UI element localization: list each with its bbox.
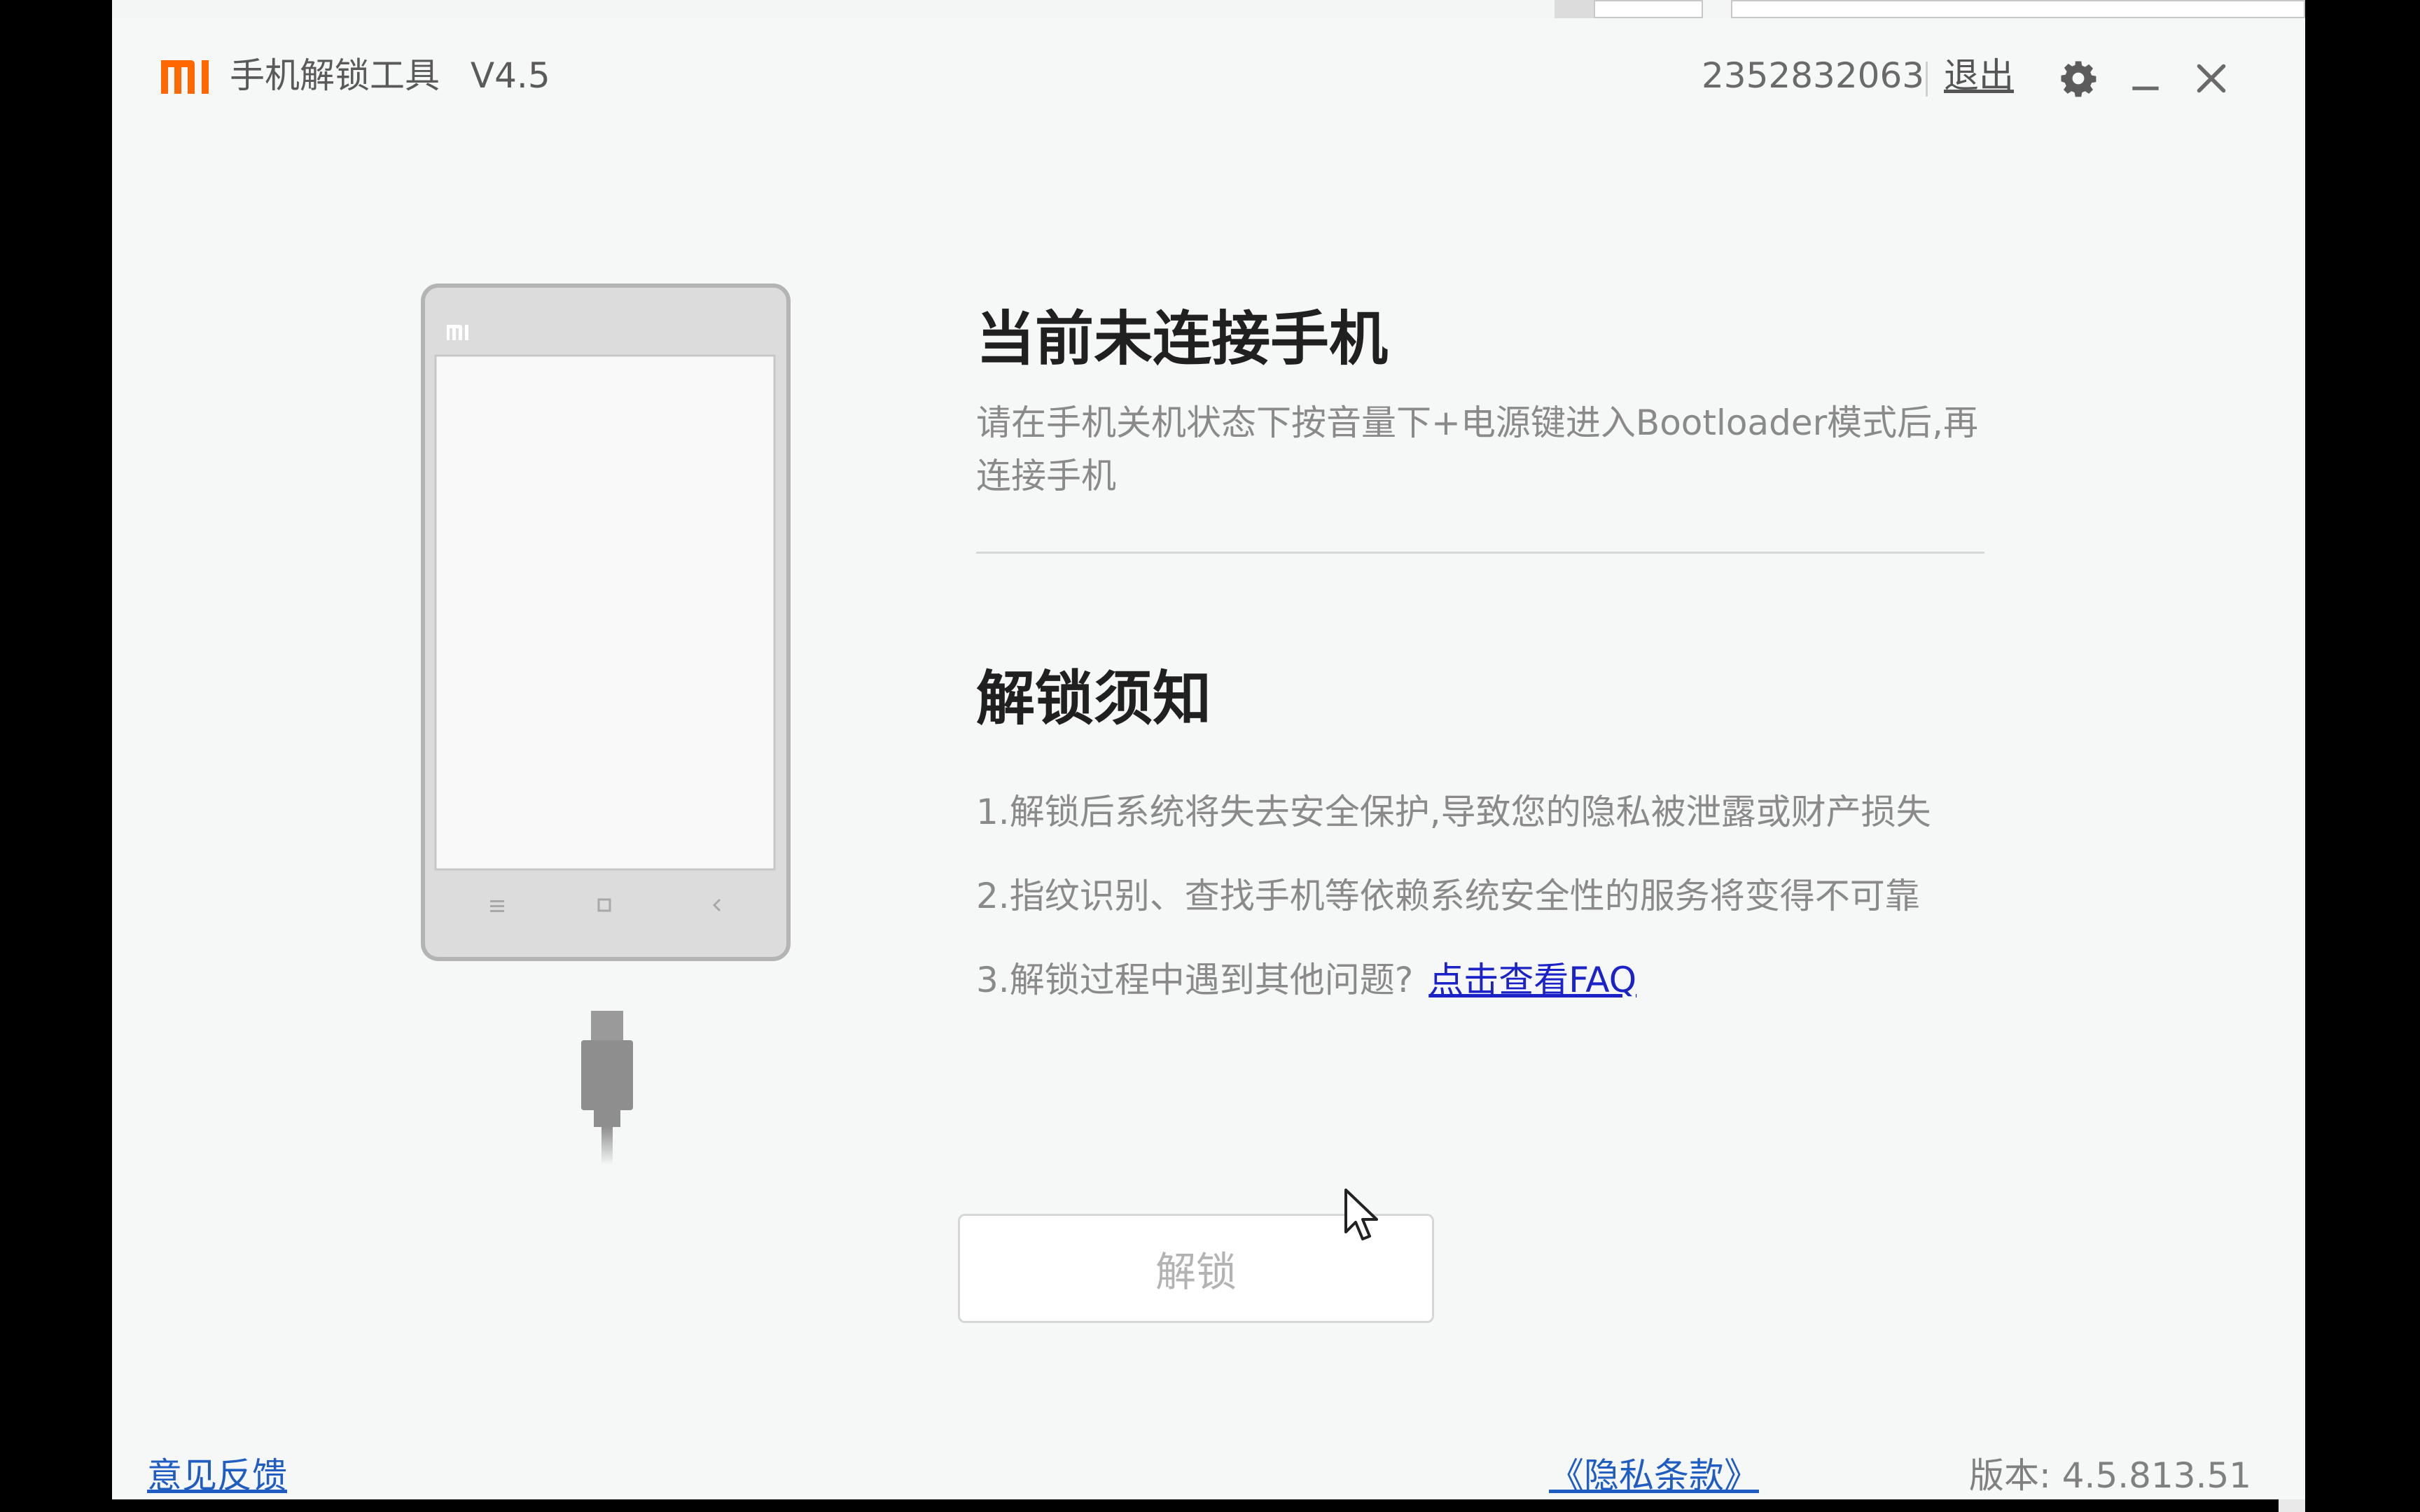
background-app-strip bbox=[112, 0, 1555, 18]
notice-item: 3.解锁过程中遇到其他问题? 点击查看FAQ bbox=[976, 952, 1931, 1036]
minimize-icon[interactable] bbox=[2126, 59, 2165, 98]
privacy-policy-link[interactable]: 《隐私条款》 bbox=[1549, 1455, 1759, 1497]
unlock-notice-list: 1.解锁后系统将失去安全保护,导致您的隐私被泄露或财产损失 2.指纹识别、查找手… bbox=[976, 784, 1931, 1036]
phone-illustration bbox=[420, 283, 826, 1165]
app-title-text: 手机解锁工具 bbox=[230, 55, 440, 96]
app-version-label: V4.5 bbox=[470, 55, 550, 96]
notice-item: 2.指纹识别、查找手机等依赖系统安全性的服务将变得不可靠 bbox=[976, 868, 1931, 952]
mi-logo-icon bbox=[161, 60, 216, 94]
logout-link[interactable]: 退出 bbox=[1944, 55, 2014, 97]
background-app-strip bbox=[1731, 0, 2305, 18]
notice-item-text: 1.解锁后系统将失去安全保护,导致您的隐私被泄露或财产损失 bbox=[976, 792, 1931, 832]
notice-item: 1.解锁后系统将失去安全保护,导致您的隐私被泄露或财产损失 bbox=[976, 784, 1931, 868]
menu-key-icon bbox=[490, 900, 504, 912]
header-divider bbox=[1926, 62, 1928, 97]
feedback-link[interactable]: 意见反馈 bbox=[147, 1455, 287, 1497]
connection-instructions: 请在手机关机状态下按音量下+电源键进入Bootloader模式后,再连接手机 bbox=[976, 402, 1979, 496]
background-app-strip bbox=[1594, 0, 1703, 18]
app-title: 手机解锁工具 V4.5 bbox=[230, 55, 550, 97]
section-divider bbox=[976, 552, 1984, 554]
faq-link[interactable]: 点击查看FAQ bbox=[1428, 960, 1636, 1000]
unlock-tool-window: 手机解锁工具 V4.5 2352832063 退出 当前未连接手机 请在手机关机… bbox=[112, 18, 2305, 1499]
gear-icon[interactable] bbox=[2059, 59, 2098, 98]
usb-cable-icon bbox=[581, 1011, 633, 1165]
app-version-text: 版本: 4.5.813.51 bbox=[1969, 1455, 2252, 1496]
notice-item-text: 2.指纹识别、查找手机等依赖系统安全性的服务将变得不可靠 bbox=[976, 876, 1920, 916]
background-app-strip bbox=[1703, 0, 1731, 18]
unlock-notice-title: 解锁须知 bbox=[976, 664, 1212, 733]
background-app-strip bbox=[1555, 0, 1594, 18]
connection-status-title: 当前未连接手机 bbox=[976, 304, 1389, 373]
close-icon[interactable] bbox=[2192, 59, 2231, 98]
mouse-cursor-icon bbox=[1343, 1187, 1379, 1243]
notice-item-text: 3.解锁过程中遇到其他问题? bbox=[976, 960, 1414, 1000]
account-id: 2352832063 bbox=[1702, 55, 1925, 96]
